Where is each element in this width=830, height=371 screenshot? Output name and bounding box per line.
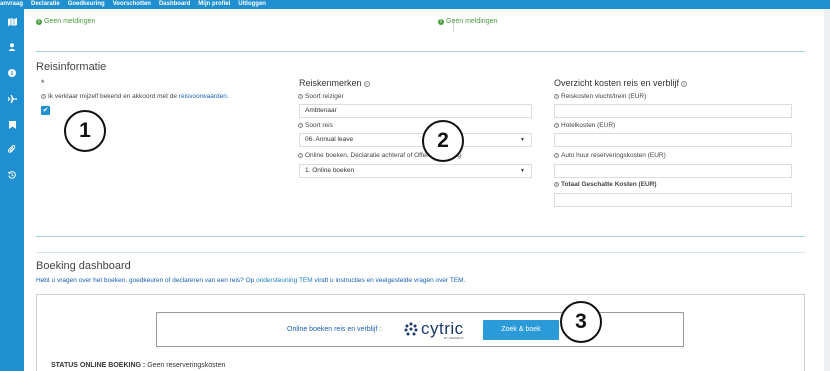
nav-mijn-profiel[interactable]: Mijn profiel	[194, 0, 234, 9]
hotel-field[interactable]	[554, 133, 792, 147]
soort-reiziger-field[interactable]: Ambtenaar	[299, 104, 532, 118]
user-icon[interactable]	[0, 41, 24, 53]
totaal-field	[554, 193, 792, 207]
agree-end: .	[226, 93, 229, 100]
soort-reis-select[interactable]: 06. Annual leave ▼	[299, 133, 532, 147]
left-icon-rail	[0, 9, 24, 371]
nav-voorschotten[interactable]: Voorschotten	[109, 0, 155, 9]
paperclip-icon[interactable]	[0, 143, 24, 155]
help-icon: ?	[363, 81, 370, 87]
dashboard-info: Hebt u vragen over het boeken, goedkeure…	[36, 277, 465, 284]
zoek-boek-button[interactable]: Zoek & boek	[483, 320, 559, 340]
reiskenmerken-title: Reiskenmerken?	[299, 78, 370, 88]
help-icon: ?	[554, 182, 559, 187]
required-asterisk: *	[41, 78, 45, 88]
totaal-label: ? Totaal Geschatte Kosten (EUR)	[554, 181, 657, 188]
notice-right: i Geen meldingen	[438, 18, 497, 25]
hotel-label-text: Hotelkosten (EUR)	[561, 122, 616, 129]
bookmark-icon[interactable]	[0, 119, 24, 131]
right-edge-strip	[824, 9, 830, 371]
auto-label-text: Auto huur reserveringskosten (EUR)	[561, 152, 666, 159]
agree-label: ? Ik verklaar mijzelf bekend en akkoord m…	[41, 93, 229, 100]
nav-aanvraag[interactable]: anvraag	[0, 0, 27, 9]
dashboard-info-start: Hebt u vragen over het boeken, goedkeure…	[36, 277, 255, 284]
notice-left: i Geen meldingen	[36, 18, 95, 25]
help-icon: ?	[554, 123, 559, 128]
totaal-label-text: Totaal Geschatte Kosten (EUR)	[561, 181, 657, 188]
status-online-boeking: STATUS ONLINE BOEKING : Geen reservering…	[51, 362, 225, 369]
cytric-logo: cytric BY AMADEUS	[404, 319, 464, 340]
agree-checkbox[interactable]: ✔	[41, 106, 50, 115]
notice-left-text: Geen meldingen	[44, 18, 96, 25]
vlucht-label-text: Reiskosten vlucht/trein (EUR)	[561, 93, 647, 100]
notice-right-text: Geen meldingen	[446, 18, 498, 25]
hotel-label: ? Hotelkosten (EUR)	[554, 122, 615, 129]
vlucht-label: ? Reiskosten vlucht/trein (EUR)	[554, 93, 646, 100]
plane-icon[interactable]	[0, 93, 24, 105]
soort-reis-value: 06. Annual leave	[305, 136, 354, 143]
cytric-subtitle: BY AMADEUS	[444, 336, 464, 340]
history-icon[interactable]	[0, 169, 24, 181]
help-icon: ?	[554, 94, 559, 99]
dropdown-caret-icon: ▼	[520, 137, 525, 143]
section-title-reisinformatie: Reisinformatie	[36, 61, 107, 73]
agree-text: Ik verklaar mijzelf bekend en akkoord me…	[48, 93, 177, 100]
vlucht-field[interactable]	[554, 104, 792, 118]
section-divider	[36, 252, 805, 253]
annotation-badge-2: 2	[422, 120, 464, 162]
annotation-badge-1: 1	[64, 110, 106, 152]
nav-goedkeuring[interactable]: Goedkeuring	[64, 0, 109, 9]
help-icon: ?	[554, 153, 559, 158]
nav-declaratie[interactable]: Declaratie	[27, 0, 64, 9]
dropdown-caret-icon: ▼	[520, 168, 525, 174]
dashboard-info-end: vindt u instructies en veelgestelde vrag…	[314, 277, 466, 284]
reisvoorwaarden-link[interactable]: reisvoorwaarden	[179, 93, 227, 100]
ondersteuning-tem-link[interactable]: ondersteuning TEM	[256, 277, 313, 284]
online-boeken-label: Online boeken reis en verblijf :	[287, 326, 382, 333]
nav-dashboard[interactable]: Dashboard	[155, 0, 194, 9]
auto-field[interactable]	[554, 164, 792, 178]
cytric-dots-icon	[404, 322, 418, 336]
section-divider	[36, 236, 805, 237]
soort-reiziger-label: ? Soort reiziger	[298, 93, 344, 100]
info-circle-icon: i	[36, 18, 42, 25]
map-icon[interactable]	[0, 16, 24, 28]
online-boeken-select[interactable]: 1. Online boeken ▼	[299, 164, 532, 178]
soort-reis-label-text: Soort reis	[305, 122, 333, 129]
auto-label: ? Auto huur reserveringskosten (EUR)	[554, 152, 666, 159]
help-icon: ?	[41, 94, 46, 99]
annotation-badge-3: 3	[560, 301, 602, 343]
top-navigation: anvraag Declaratie Goedkeuring Voorschot…	[0, 0, 830, 9]
status-label: STATUS ONLINE BOEKING :	[51, 362, 146, 369]
info-circle-icon: i	[438, 18, 444, 25]
section-title-boeking-dashboard: Boeking dashboard	[36, 260, 131, 272]
overzicht-title: Overzicht kosten reis en verblijf?	[554, 78, 688, 88]
nav-uitloggen[interactable]: Uitloggen	[234, 0, 270, 9]
soort-reiziger-label-text: Soort reiziger	[305, 93, 344, 100]
main-content: i Geen meldingen i Geen meldingen Reisin…	[24, 9, 824, 371]
help-icon: ?	[298, 153, 303, 158]
info-icon[interactable]	[0, 67, 24, 79]
help-icon: ?	[298, 94, 303, 99]
section-divider	[36, 51, 805, 52]
online-boeken-value: 1. Online boeken	[305, 167, 355, 174]
help-icon: ?	[298, 123, 303, 128]
reiskenmerken-title-text: Reiskenmerken	[299, 78, 362, 88]
status-value: Geen reserveringskosten	[147, 362, 226, 369]
help-icon: ?	[681, 81, 688, 87]
soort-reis-label: ? Soort reis	[298, 122, 333, 129]
overzicht-title-text: Overzicht kosten reis en verblijf	[554, 78, 680, 88]
